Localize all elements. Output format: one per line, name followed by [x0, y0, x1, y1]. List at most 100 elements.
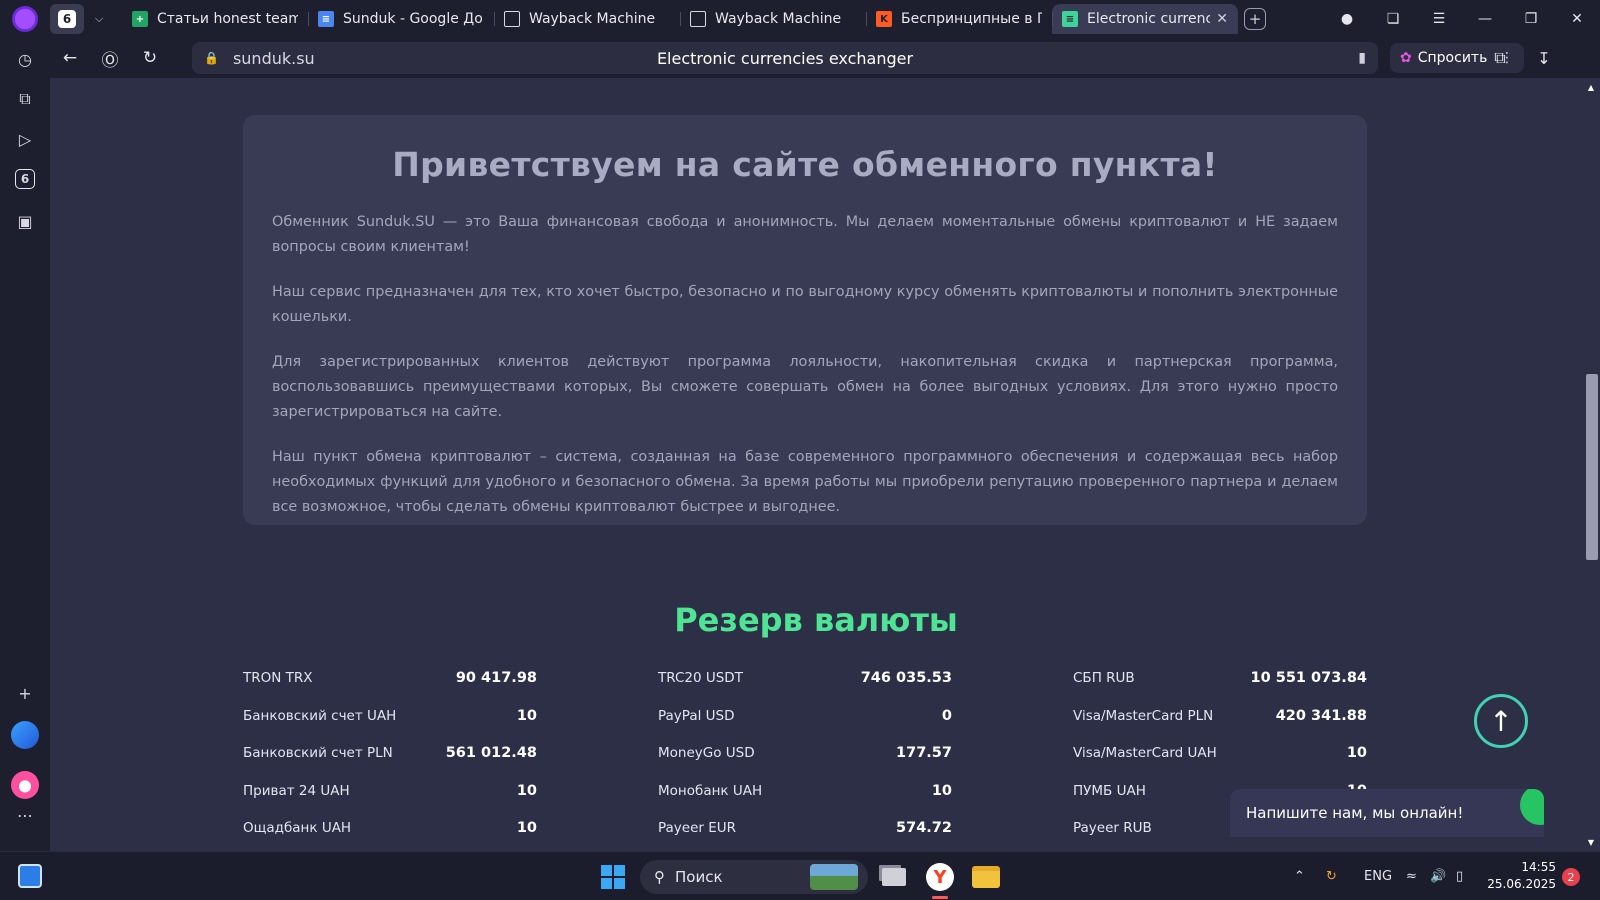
search-highlight-image	[810, 864, 858, 890]
alice-logo	[11, 771, 39, 799]
tab-wayback-1[interactable]: Wayback Machine	[494, 4, 680, 34]
collections-icon[interactable]: ❏	[1370, 0, 1416, 38]
browser-sidebar: ◷ ⧉ ▷ 6 ▣ + ⋯	[0, 38, 50, 851]
tab-kinopoisk[interactable]: K Беспринципные в Пит	[866, 4, 1052, 34]
tab-counter-button[interactable]: 6	[50, 4, 84, 34]
taskbar-search[interactable]: ⚲ Поиск	[640, 860, 868, 894]
currency-reserve: 10 551 073.84	[1250, 670, 1368, 686]
show-hidden-icons-chevron-icon[interactable]: ⌃	[1294, 852, 1314, 900]
page-scrollbar[interactable]: ▲ ▼	[1582, 78, 1600, 851]
alice-assistant-icon[interactable]	[10, 770, 40, 800]
scrollbar-thumb[interactable]	[1586, 374, 1598, 560]
currency-name: TRON TRX	[243, 670, 313, 686]
close-tab-icon[interactable]: ✕	[1216, 11, 1228, 27]
scroll-to-top-button[interactable]: ↑	[1474, 694, 1528, 748]
menu-icon[interactable]: ☰	[1416, 0, 1462, 38]
welcome-title: Приветствуем на сайте обменного пункта!	[392, 145, 1218, 184]
download-icon[interactable]: ↧	[1524, 38, 1564, 78]
translate-icon[interactable]: ⧉	[1480, 38, 1520, 78]
currency-name: Банковский счет PLN	[243, 745, 393, 761]
tab-count-sidebar: 6	[15, 169, 35, 189]
ask-label: Спросить	[1417, 50, 1488, 66]
scroll-up-arrow-icon[interactable]: ▲	[1582, 80, 1600, 94]
reserve-row: Ощадбанк UAH 10	[243, 820, 537, 851]
welcome-paragraph: Наш пункт обмена криптовалют – система, …	[272, 449, 1338, 515]
start-menu-icon[interactable]	[601, 865, 625, 889]
page-icon	[690, 11, 706, 27]
back-arrow-icon[interactable]: ←	[50, 38, 90, 78]
tab-exchanger[interactable]: ≡ Electronic currencie ✕	[1052, 4, 1238, 34]
tab-label: Wayback Machine	[715, 11, 842, 27]
screenshot-icon[interactable]: ▣	[10, 206, 40, 236]
arrow-up-icon: ↑	[1489, 704, 1513, 738]
tab-wayback-2[interactable]: Wayback Machine	[680, 4, 866, 34]
minimize-icon[interactable]: —	[1462, 0, 1508, 38]
history-icon[interactable]: ◷	[10, 44, 40, 74]
reserve-title: Резерв валюты	[674, 601, 958, 639]
sync-status-icon[interactable]: ↻	[1326, 852, 1346, 900]
file-explorer-icon[interactable]	[970, 861, 1002, 893]
yandex-browser-taskbar-icon[interactable]: Y	[924, 861, 956, 893]
add-panel-icon[interactable]: +	[10, 678, 40, 708]
notification-badge[interactable]: 2	[1562, 868, 1580, 886]
tab-label: Electronic currencie	[1087, 11, 1211, 27]
messenger-app-icon[interactable]	[10, 720, 40, 750]
yandex-logo: Y	[926, 863, 954, 891]
reserve-column: TRON TRX 90 417.98 Банковский счет UAH 10 …	[243, 670, 537, 851]
reload-icon[interactable]: ↻	[130, 38, 170, 78]
task-view-icon[interactable]	[878, 861, 910, 893]
reserve-row: TRON TRX 90 417.98	[243, 670, 537, 708]
window-controls: ● ❏ ☰ — ❐ ✕	[1324, 0, 1600, 38]
widgets-icon[interactable]	[18, 864, 42, 888]
tab-label: Wayback Machine	[529, 11, 656, 27]
reserve-row: TRC20 USDT 746 035.53	[658, 670, 952, 708]
clock[interactable]: 14:55 25.06.2025	[1476, 859, 1556, 893]
tab-groups-icon[interactable]: 6	[10, 164, 40, 194]
tab-bar: 6 ⌵ + Статьи honest team - С ≡ Sunduk - …	[0, 0, 1600, 38]
currency-name: PayPal USD	[658, 707, 735, 724]
currency-name: Payeer RUB	[1073, 820, 1152, 836]
welcome-text: Обменник Sunduk.SU — это Ваша финансовая…	[272, 210, 1338, 540]
play-icon[interactable]: ▷	[10, 124, 40, 154]
tab-label: Sunduk - Google Доку	[343, 11, 484, 27]
messenger-logo	[11, 721, 39, 749]
chat-widget[interactable]: Напишите нам, мы онлайн!	[1230, 789, 1544, 837]
page-icon	[504, 11, 520, 27]
currency-reserve: 90 417.98	[455, 670, 537, 686]
bookmark-icon[interactable]: ▮	[1358, 50, 1366, 66]
reserve-row: MoneyGo USD 177.57	[658, 745, 952, 783]
tabs-collection-icon[interactable]: ⧉	[10, 84, 40, 114]
welcome-card: Приветствуем на сайте обменного пункта! …	[243, 115, 1367, 525]
scroll-down-arrow-icon[interactable]: ▼	[1582, 835, 1600, 849]
currency-reserve: 561 012.48	[445, 745, 537, 761]
tab-list-chevron-icon[interactable]: ⌵	[86, 4, 112, 34]
browser-menu-logo-icon[interactable]	[12, 6, 38, 32]
currency-name: Visa/MasterCard PLN	[1073, 707, 1214, 724]
windows-taskbar: ⚲ Поиск Y ⌃ ↻ ENG ≈ 🔊 ▯ 14:55 25.06.2025…	[0, 851, 1600, 900]
currency-reserve: 10	[516, 707, 537, 724]
wifi-icon[interactable]: ≈	[1406, 852, 1417, 900]
more-sidebar-icon[interactable]: ⋯	[10, 800, 40, 830]
tab-label: Статьи honest team - С	[157, 11, 298, 27]
close-window-icon[interactable]: ✕	[1554, 0, 1600, 38]
volume-icon[interactable]: 🔊	[1430, 852, 1446, 900]
language-indicator[interactable]: ENG	[1364, 852, 1392, 900]
tab-count: 6	[58, 10, 76, 28]
tab-docs[interactable]: ≡ Sunduk - Google Доку	[308, 4, 494, 34]
restore-icon[interactable]: ❐	[1508, 0, 1554, 38]
yandex-home-icon[interactable]: Ⓞ	[90, 38, 130, 78]
battery-icon[interactable]: ▯	[1456, 852, 1463, 900]
kinopoisk-icon: K	[876, 11, 892, 27]
currency-name: Банковский счет UAH	[243, 707, 397, 724]
new-tab-button[interactable]: +	[1244, 8, 1266, 30]
assistant-icon: ✿	[1400, 50, 1412, 66]
currency-name: MoneyGo USD	[658, 745, 755, 761]
page-title: Electronic currencies exchanger	[656, 48, 914, 68]
currency-reserve: 10	[516, 820, 537, 836]
currency-name: ПУМБ UAH	[1073, 782, 1146, 799]
google-sheets-icon: +	[132, 11, 148, 27]
currency-name: Payeer EUR	[658, 820, 737, 836]
url-field[interactable]: 🔒 sunduk.su Electronic currencies exchan…	[192, 42, 1378, 74]
tab-sheets[interactable]: + Статьи honest team - С	[122, 4, 308, 34]
profile-icon[interactable]: ●	[1324, 0, 1370, 38]
